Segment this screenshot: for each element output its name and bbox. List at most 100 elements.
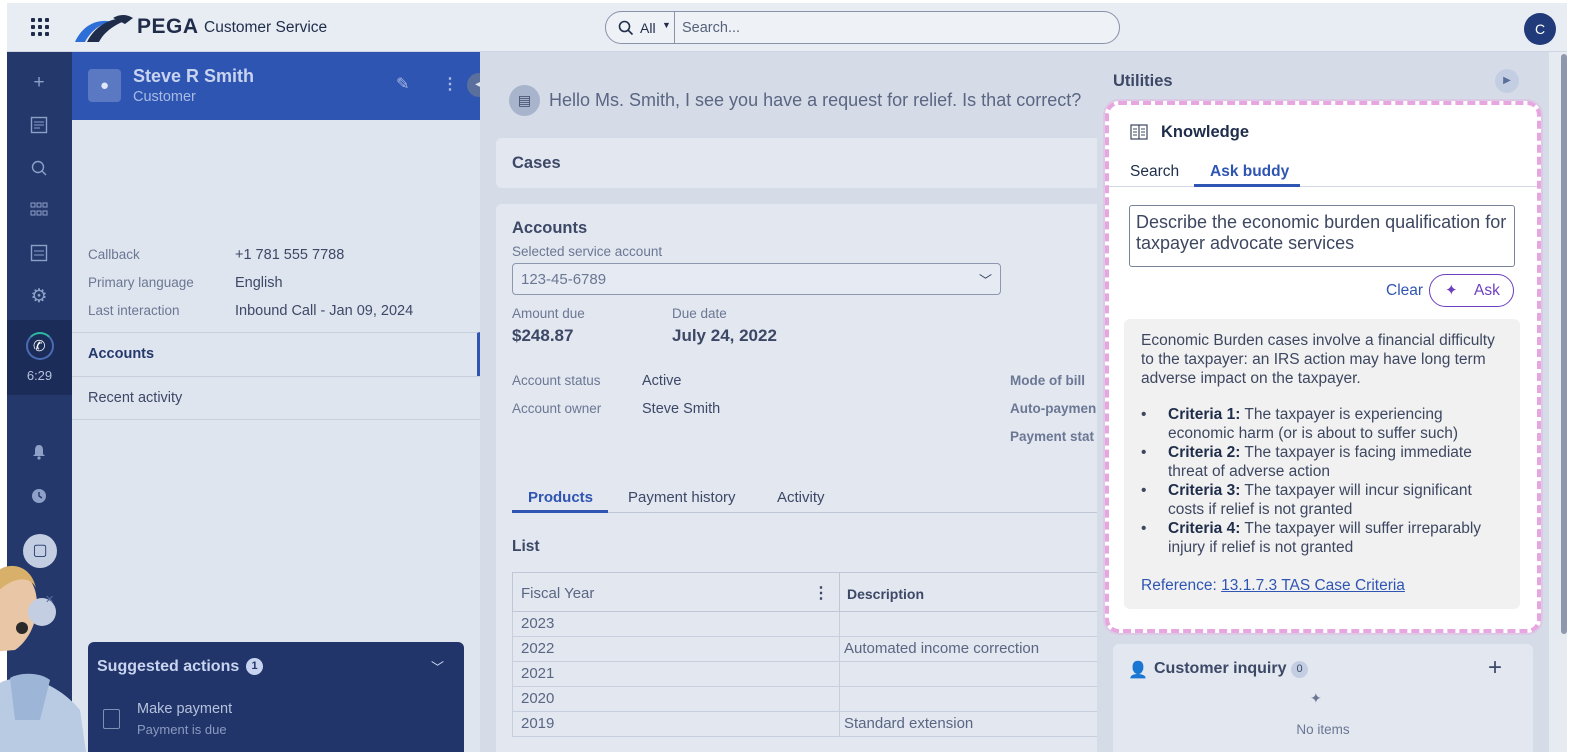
cell-fiscal-year: 2022 xyxy=(521,640,555,657)
active-tab-indicator xyxy=(512,510,608,513)
utilities-scrollbar[interactable] xyxy=(1549,52,1567,752)
field-label: Last interaction xyxy=(88,303,180,318)
tab-ask-buddy[interactable]: Ask buddy xyxy=(1210,163,1289,181)
table-header: Fiscal Year ⋮ Description xyxy=(512,572,1097,612)
utilities-title: Utilities xyxy=(1113,72,1173,90)
question-input[interactable]: Describe the economic burden qualificati… xyxy=(1129,205,1515,267)
amount-due-label: Amount due xyxy=(512,306,585,321)
app-launcher-icon[interactable] xyxy=(31,18,49,36)
phone-icon: ✆ xyxy=(33,338,46,355)
add-icon[interactable]: + xyxy=(1488,654,1502,682)
column-divider xyxy=(839,637,840,662)
suggested-action-title[interactable]: Make payment xyxy=(137,701,232,717)
list-item: • Criteria 3: The taxpayer will incur sig… xyxy=(1141,482,1472,518)
reference-label: Reference: xyxy=(1141,577,1217,594)
reference-link[interactable]: 13.1.7.3 TAS Case Criteria xyxy=(1221,577,1405,594)
chevron-down-icon[interactable]: ﹀ xyxy=(431,657,444,676)
column-header-fiscal-year[interactable]: Fiscal Year xyxy=(521,585,594,602)
service-account-select[interactable]: 123-45-6789 ﹀ xyxy=(512,263,1001,295)
brand-name: PEGA xyxy=(137,15,199,38)
account-status-label: Account status xyxy=(512,373,601,388)
app-name: Customer Service xyxy=(204,19,328,36)
tab-search[interactable]: Search xyxy=(1130,163,1179,181)
column-divider xyxy=(839,712,840,737)
list-item: • Criteria 2: The taxpayer is facing imme… xyxy=(1141,444,1472,480)
active-call[interactable]: ✆ 6:29 xyxy=(7,320,72,395)
selected-account-label: Selected service account xyxy=(512,244,663,259)
cell-fiscal-year: 2021 xyxy=(521,665,555,682)
table-row[interactable]: 2020 xyxy=(512,687,1097,712)
search-input[interactable] xyxy=(682,12,1112,43)
criteria-label: Criteria 3: xyxy=(1168,482,1241,499)
search-divider xyxy=(674,12,675,43)
knowledge-widget: Knowledge Search Ask buddy Describe the … xyxy=(1105,101,1541,633)
caret-down-icon: ▼ xyxy=(662,20,671,30)
settings-gear-icon[interactable]: ⚙ xyxy=(27,284,51,308)
cell-fiscal-year: 2023 xyxy=(521,615,555,632)
tab-products[interactable]: Products xyxy=(528,489,593,506)
reports-icon[interactable] xyxy=(27,241,51,265)
list-title: List xyxy=(512,538,540,555)
criteria-label: Criteria 1: xyxy=(1168,406,1241,423)
table-row[interactable]: 2019 Standard extension xyxy=(512,712,1097,737)
due-date-value: July 24, 2022 xyxy=(672,326,777,345)
cell-description: Automated income correction xyxy=(844,640,1040,657)
clear-button[interactable]: Clear xyxy=(1386,282,1423,300)
due-date-label: Due date xyxy=(672,306,727,321)
empty-state-text: No items xyxy=(1296,722,1350,737)
column-divider xyxy=(839,662,840,687)
apps-grid-icon[interactable] xyxy=(27,198,51,222)
agent-avatar-photo xyxy=(0,565,86,752)
cell-fiscal-year: 2019 xyxy=(521,715,555,732)
interaction-workspace: ▤ Hello Ms. Smith, I see you have a requ… xyxy=(480,52,1097,752)
book-icon xyxy=(1130,124,1148,140)
person-question-icon: 👤 xyxy=(1128,662,1148,679)
payment-status-label: Payment stat xyxy=(1010,429,1095,444)
agent-script: Hello Ms. Smith, I see you have a reques… xyxy=(549,90,1082,110)
edit-pencil-icon[interactable]: ✎ xyxy=(396,74,409,94)
cell-fiscal-year: 2020 xyxy=(521,690,555,707)
global-search[interactable]: All ▼ xyxy=(605,11,1120,44)
create-icon[interactable]: + xyxy=(27,71,51,95)
search-icon xyxy=(618,20,634,36)
criteria-list: • Criteria 1: The taxpayer is experiencin… xyxy=(1141,405,1511,557)
amount-due-value: $248.87 xyxy=(512,326,574,345)
app-header: PEGA Customer Service All ▼ C xyxy=(7,3,1591,52)
person-icon: ● xyxy=(88,69,121,102)
table-row[interactable]: 2023 xyxy=(512,612,1097,637)
notifications-bell-icon[interactable] xyxy=(27,440,51,464)
account-owner-label: Account owner xyxy=(512,401,602,416)
close-icon[interactable]: ✕ xyxy=(45,593,54,606)
suggested-actions-title: Suggested actions xyxy=(97,658,240,675)
column-divider xyxy=(839,687,840,712)
tabs-divider xyxy=(1109,186,1537,187)
criteria-label: Criteria 2: xyxy=(1168,444,1241,461)
customer-inquiry-title: Customer inquiry xyxy=(1154,660,1287,677)
tab-payment-history[interactable]: Payment history xyxy=(628,489,736,506)
ask-button[interactable]: ✦ Ask xyxy=(1429,274,1514,307)
sparkle-icon: ✦ xyxy=(1310,690,1322,706)
table-row[interactable]: 2022 Automated income correction xyxy=(512,637,1097,662)
criteria-label: Criteria 4: xyxy=(1168,520,1241,537)
history-clock-icon[interactable] xyxy=(27,484,51,508)
explore-icon[interactable] xyxy=(27,156,51,180)
account-status-value: Active xyxy=(642,373,682,389)
search-scope-select[interactable]: All xyxy=(640,20,656,36)
call-timer: 6:29 xyxy=(26,368,53,383)
column-header-description[interactable]: Description xyxy=(847,586,924,602)
collapse-utilities-icon[interactable]: ▶ xyxy=(1495,69,1519,93)
suggested-action-subtitle: Payment is due xyxy=(137,722,227,737)
column-menu-icon[interactable]: ⋮ xyxy=(813,583,829,603)
suggested-actions-panel: Suggested actions 1 ﹀ Make payment Payme… xyxy=(88,642,464,752)
more-options-icon[interactable]: ⋮ xyxy=(442,74,458,94)
customer-nav-recent-activity[interactable]: Recent activity xyxy=(72,376,480,420)
column-divider xyxy=(839,573,840,611)
accounts-title: Accounts xyxy=(512,219,588,237)
tab-activity[interactable]: Activity xyxy=(777,489,825,506)
user-avatar[interactable]: C xyxy=(1524,13,1556,45)
cases-card: Cases xyxy=(496,138,1097,188)
customer-nav-accounts[interactable]: Accounts xyxy=(72,332,480,376)
table-row[interactable]: 2021 xyxy=(512,662,1097,687)
dashboard-icon[interactable] xyxy=(27,113,51,137)
reference-line: Reference: 13.1.7.3 TAS Case Criteria xyxy=(1141,577,1405,595)
